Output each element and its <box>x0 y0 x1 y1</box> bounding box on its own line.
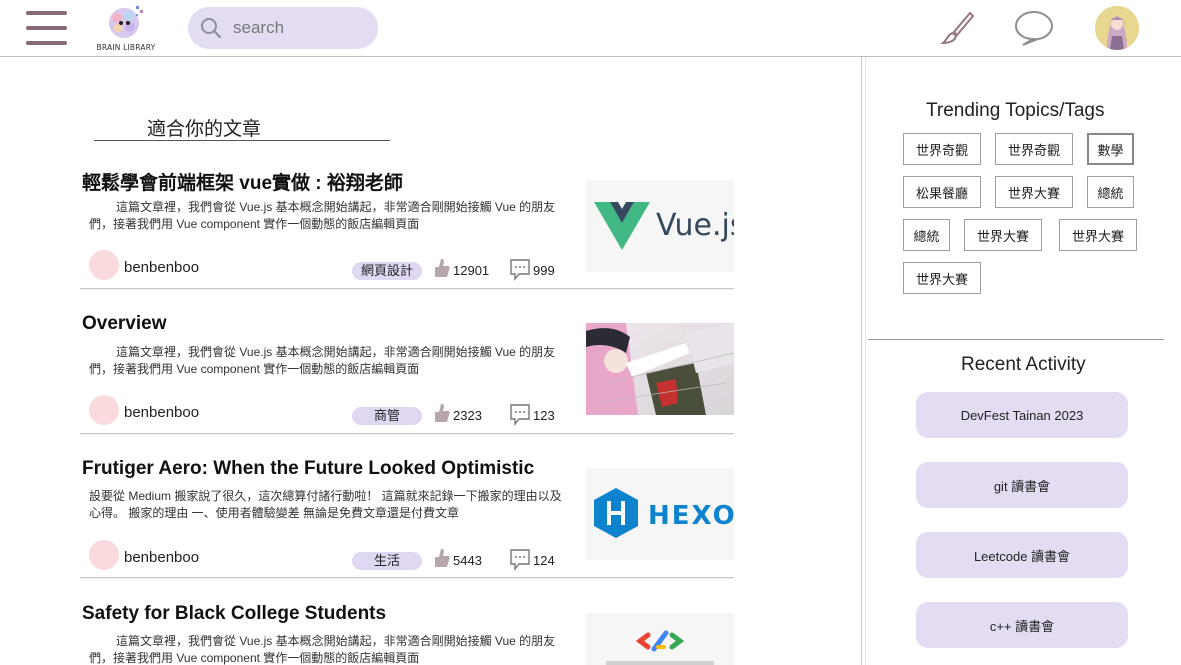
article-divider <box>80 433 734 434</box>
sidebar-divider <box>868 339 1164 340</box>
thumbs-up-icon[interactable] <box>432 547 452 569</box>
trending-tag[interactable]: 總統 <box>1087 176 1134 208</box>
article-excerpt: 這篇文章裡，我們會從 Vue.js 基本概念開始講起，非常適合剛開始接觸 Vue… <box>89 634 556 665</box>
search-bar[interactable] <box>188 7 378 49</box>
article-divider <box>80 288 734 289</box>
author-avatar[interactable] <box>89 395 119 425</box>
comment-icon[interactable] <box>510 259 530 281</box>
top-bar: BRAIN LIBRARY <box>0 0 1181 57</box>
column-divider-shadow <box>865 57 866 665</box>
trending-tag[interactable]: 世界大賽 <box>903 262 981 294</box>
trending-tag[interactable]: 總統 <box>903 219 950 251</box>
article-title[interactable]: Frutiger Aero: When the Future Looked Op… <box>82 458 534 480</box>
comment-count: 999 <box>533 263 555 278</box>
feed-title-underline <box>94 140 390 141</box>
brush-icon[interactable] <box>940 10 976 46</box>
vue-logo-icon: Vue.js <box>586 180 734 272</box>
comment-count: 123 <box>533 408 555 423</box>
article-divider <box>80 577 734 578</box>
article-excerpt: 這篇文章裡，我們會從 Vue.js 基本概念開始講起，非常適合剛開始接觸 Vue… <box>89 200 556 231</box>
brain-logo-icon <box>109 6 143 38</box>
author-avatar[interactable] <box>89 540 119 570</box>
activity-item[interactable]: Leetcode 讀書會 <box>916 532 1128 578</box>
comment-icon[interactable] <box>510 549 530 571</box>
search-input[interactable] <box>233 18 363 38</box>
topic-tag[interactable]: 生活 <box>352 552 422 570</box>
user-avatar[interactable] <box>1095 6 1139 50</box>
trending-tag[interactable]: 世界大賽 <box>964 219 1042 251</box>
article-thumbnail[interactable]: Vue.js <box>586 180 734 272</box>
anime-illustration-image <box>586 323 734 415</box>
activity-item[interactable]: git 讀書會 <box>916 462 1128 508</box>
article-card[interactable]: Overview 這篇文章裡，我們會從 Vue.js 基本概念開始講起，非常適合… <box>80 313 734 434</box>
article-thumbnail[interactable]: HEXO <box>586 468 734 560</box>
chat-bubble-icon[interactable] <box>1013 9 1055 47</box>
hexo-logo-text: HEXO <box>648 501 734 531</box>
activity-item[interactable]: DevFest Tainan 2023 <box>916 392 1128 438</box>
topic-tag[interactable]: 商管 <box>352 407 422 425</box>
article-card[interactable]: 輕鬆學會前端框架 vue實做 : 裕翔老師 這篇文章裡，我們會從 Vue.js … <box>80 168 734 289</box>
article-title[interactable]: Safety for Black College Students <box>82 603 386 625</box>
article-excerpt: 設要從 Medium 搬家說了很久，這次總算付諸行動啦！ 這篇就來記錄一下搬家的… <box>89 489 562 520</box>
article-thumbnail[interactable] <box>586 613 734 665</box>
trending-tag[interactable]: 松果餐廳 <box>903 176 981 208</box>
trending-title: Trending Topics/Tags <box>926 100 1105 121</box>
hamburger-menu-icon[interactable] <box>26 11 67 45</box>
hexo-logo-icon: HEXO <box>586 468 734 560</box>
vue-logo-text: Vue.js <box>656 208 734 243</box>
author-name[interactable]: benbenboo <box>124 259 199 276</box>
like-count: 5443 <box>453 553 482 568</box>
activity-item[interactable]: c++ 讀書會 <box>916 602 1128 648</box>
column-divider <box>861 57 862 665</box>
like-count: 2323 <box>453 408 482 423</box>
article-card[interactable]: Frutiger Aero: When the Future Looked Op… <box>80 458 734 578</box>
author-name[interactable]: benbenboo <box>124 549 199 566</box>
trending-tag[interactable]: 世界奇觀 <box>995 133 1073 165</box>
article-title[interactable]: 輕鬆學會前端框架 vue實做 : 裕翔老師 <box>82 168 403 195</box>
comment-count: 124 <box>533 553 555 568</box>
trending-tag[interactable]: 世界大賽 <box>1059 219 1137 251</box>
search-icon <box>201 18 222 39</box>
logo-text: BRAIN LIBRARY <box>96 43 156 52</box>
thumbs-up-icon[interactable] <box>432 257 452 279</box>
topic-tag[interactable]: 網頁設計 <box>352 262 422 280</box>
trending-tag[interactable]: 世界奇觀 <box>903 133 981 165</box>
author-avatar[interactable] <box>89 250 119 280</box>
article-excerpt: 這篇文章裡，我們會從 Vue.js 基本概念開始講起，非常適合剛開始接觸 Vue… <box>89 345 556 376</box>
thumbs-up-icon[interactable] <box>432 402 452 424</box>
feed-section-title: 適合你的文章 <box>147 119 262 140</box>
recent-activity-title: Recent Activity <box>961 354 1086 375</box>
brain-library-logo[interactable]: BRAIN LIBRARY <box>96 4 156 52</box>
trending-tag[interactable]: 世界大賽 <box>995 176 1073 208</box>
google-developers-logo-icon <box>586 613 734 665</box>
article-card[interactable]: Safety for Black College Students 這篇文章裡，… <box>80 603 734 665</box>
article-title[interactable]: Overview <box>82 313 167 335</box>
author-name[interactable]: benbenboo <box>124 404 199 421</box>
article-thumbnail[interactable] <box>586 323 734 415</box>
user-avatar-image <box>1095 6 1139 50</box>
trending-tag-active[interactable]: 數學 <box>1087 133 1134 165</box>
like-count: 12901 <box>453 263 490 278</box>
comment-icon[interactable] <box>510 404 530 426</box>
